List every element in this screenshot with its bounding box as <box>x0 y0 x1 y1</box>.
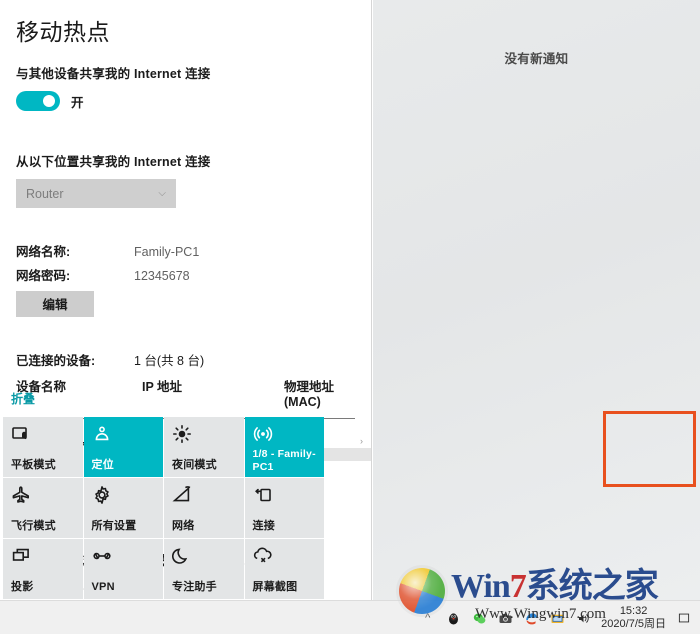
tile-label: 连接 <box>252 520 275 533</box>
system-tray: ^ 15:32 2020/7/5周日 <box>419 601 696 635</box>
camera-icon[interactable] <box>497 610 514 627</box>
share-from-label: 从以下位置共享我的 Internet 连接 <box>16 155 211 170</box>
device-table-header: 设备名称 IP 地址 物理地址(MAC) <box>16 376 355 420</box>
network-password-row: 网络密码: 12345678 <box>16 268 355 284</box>
tile-label: 飞行模式 <box>11 520 56 533</box>
share-internet-toggle-row: 开 <box>16 91 355 112</box>
tile-label: 专注助手 <box>172 581 217 594</box>
clock[interactable]: 15:32 2020/7/5周日 <box>601 605 666 630</box>
clock-time: 15:32 <box>619 605 648 618</box>
screen-snip-icon <box>253 546 273 566</box>
tablet-mode-icon <box>11 424 31 444</box>
tile-mobile-hotspot[interactable]: 1/8 - Family-PC1 <box>244 417 324 477</box>
tile-label: 定位 <box>91 459 114 472</box>
airplane-mode-icon <box>11 485 31 505</box>
volume-icon[interactable] <box>575 610 592 627</box>
tile-label: 平板模式 <box>11 459 56 472</box>
network-password-value: 12345678 <box>134 268 190 283</box>
tile-label: 夜间模式 <box>172 459 217 472</box>
tile-vpn[interactable]: VPN <box>83 539 163 599</box>
share-from-dropdown[interactable]: Router ⌵ <box>16 179 176 209</box>
column-header-ip: IP 地址 <box>142 380 183 395</box>
tile-label: 投影 <box>11 581 34 594</box>
network-name-key: 网络名称: <box>16 245 71 260</box>
quick-action-tiles: 平板模式 定位 夜间模式 1/8 - Family-PC1 飞行模式 所有设置 … <box>3 417 324 599</box>
tile-label: 屏幕截图 <box>252 581 298 594</box>
tile-label: 网络 <box>172 520 195 533</box>
column-header-mac: 物理地址(MAC) <box>284 380 335 410</box>
taskbar: ^ 15:32 2020/7/5周日 <box>0 600 700 634</box>
collapse-link[interactable]: 折叠 <box>11 390 35 407</box>
tile-screen-snip[interactable]: 屏幕截图 <box>244 539 324 599</box>
share-from-value: Router <box>26 186 64 201</box>
connected-devices-value: 1 台(共 8 台) <box>134 353 205 368</box>
tile-location[interactable]: 定位 <box>83 417 163 477</box>
connected-devices-key: 已连接的设备: <box>16 353 96 368</box>
action-center-button[interactable] <box>675 610 692 627</box>
tile-airplane-mode[interactable]: 飞行模式 <box>3 478 83 538</box>
show-hidden-icons-button[interactable]: ^ <box>419 610 436 627</box>
tile-label: 所有设置 <box>91 520 137 533</box>
tile-network[interactable]: 网络 <box>164 478 244 538</box>
folder-app-icon[interactable] <box>549 610 566 627</box>
project-icon <box>11 546 31 566</box>
network-icon <box>172 485 192 505</box>
tile-connect[interactable]: 连接 <box>244 478 324 538</box>
action-center-panel: 没有新通知 <box>373 0 700 600</box>
wechat-icon[interactable] <box>471 610 488 627</box>
chevron-up-icon: ^ <box>425 611 431 624</box>
page-title: 移动热点 <box>16 19 110 45</box>
qq-penguin-icon[interactable] <box>445 610 462 627</box>
clock-date: 2020/7/5周日 <box>601 618 666 630</box>
chevron-down-icon: ⌵ <box>158 187 166 199</box>
share-internet-toggle-state: 开 <box>71 95 84 110</box>
gear-icon <box>92 485 112 505</box>
connect-icon <box>253 485 273 505</box>
network-name-value: Family-PC1 <box>134 245 200 260</box>
tile-label: 1/8 - Family-PC1 <box>252 448 316 473</box>
connected-devices-row: 已连接的设备: 1 台(共 8 台) <box>16 353 355 369</box>
edge-icon[interactable] <box>523 610 540 627</box>
share-internet-label: 与其他设备共享我的 Internet 连接 <box>16 67 211 82</box>
mobile-hotspot-icon <box>253 424 273 444</box>
tile-night-light[interactable]: 夜间模式 <box>164 417 244 477</box>
tile-project[interactable]: 投影 <box>3 539 83 599</box>
toggle-knob <box>43 95 55 108</box>
network-password-key: 网络密码: <box>16 268 71 283</box>
edit-button[interactable]: 编辑 <box>16 290 94 317</box>
tile-focus-assist[interactable]: 专注助手 <box>164 539 244 599</box>
share-internet-toggle[interactable] <box>16 91 60 112</box>
tile-label: VPN <box>91 581 115 594</box>
tile-all-settings[interactable]: 所有设置 <box>83 478 163 538</box>
focus-assist-icon <box>172 546 192 566</box>
location-icon <box>92 424 112 444</box>
no-notifications-text: 没有新通知 <box>504 52 569 66</box>
screen: 移动热点 与其他设备共享我的 Internet 连接 开 从以下位置共享我的 I… <box>0 0 700 634</box>
vpn-icon <box>92 546 112 566</box>
night-light-icon <box>172 424 192 444</box>
network-name-row: 网络名称: Family-PC1 <box>16 244 355 260</box>
tile-tablet-mode[interactable]: 平板模式 <box>3 417 83 477</box>
chevron-right-icon: › <box>360 436 363 447</box>
